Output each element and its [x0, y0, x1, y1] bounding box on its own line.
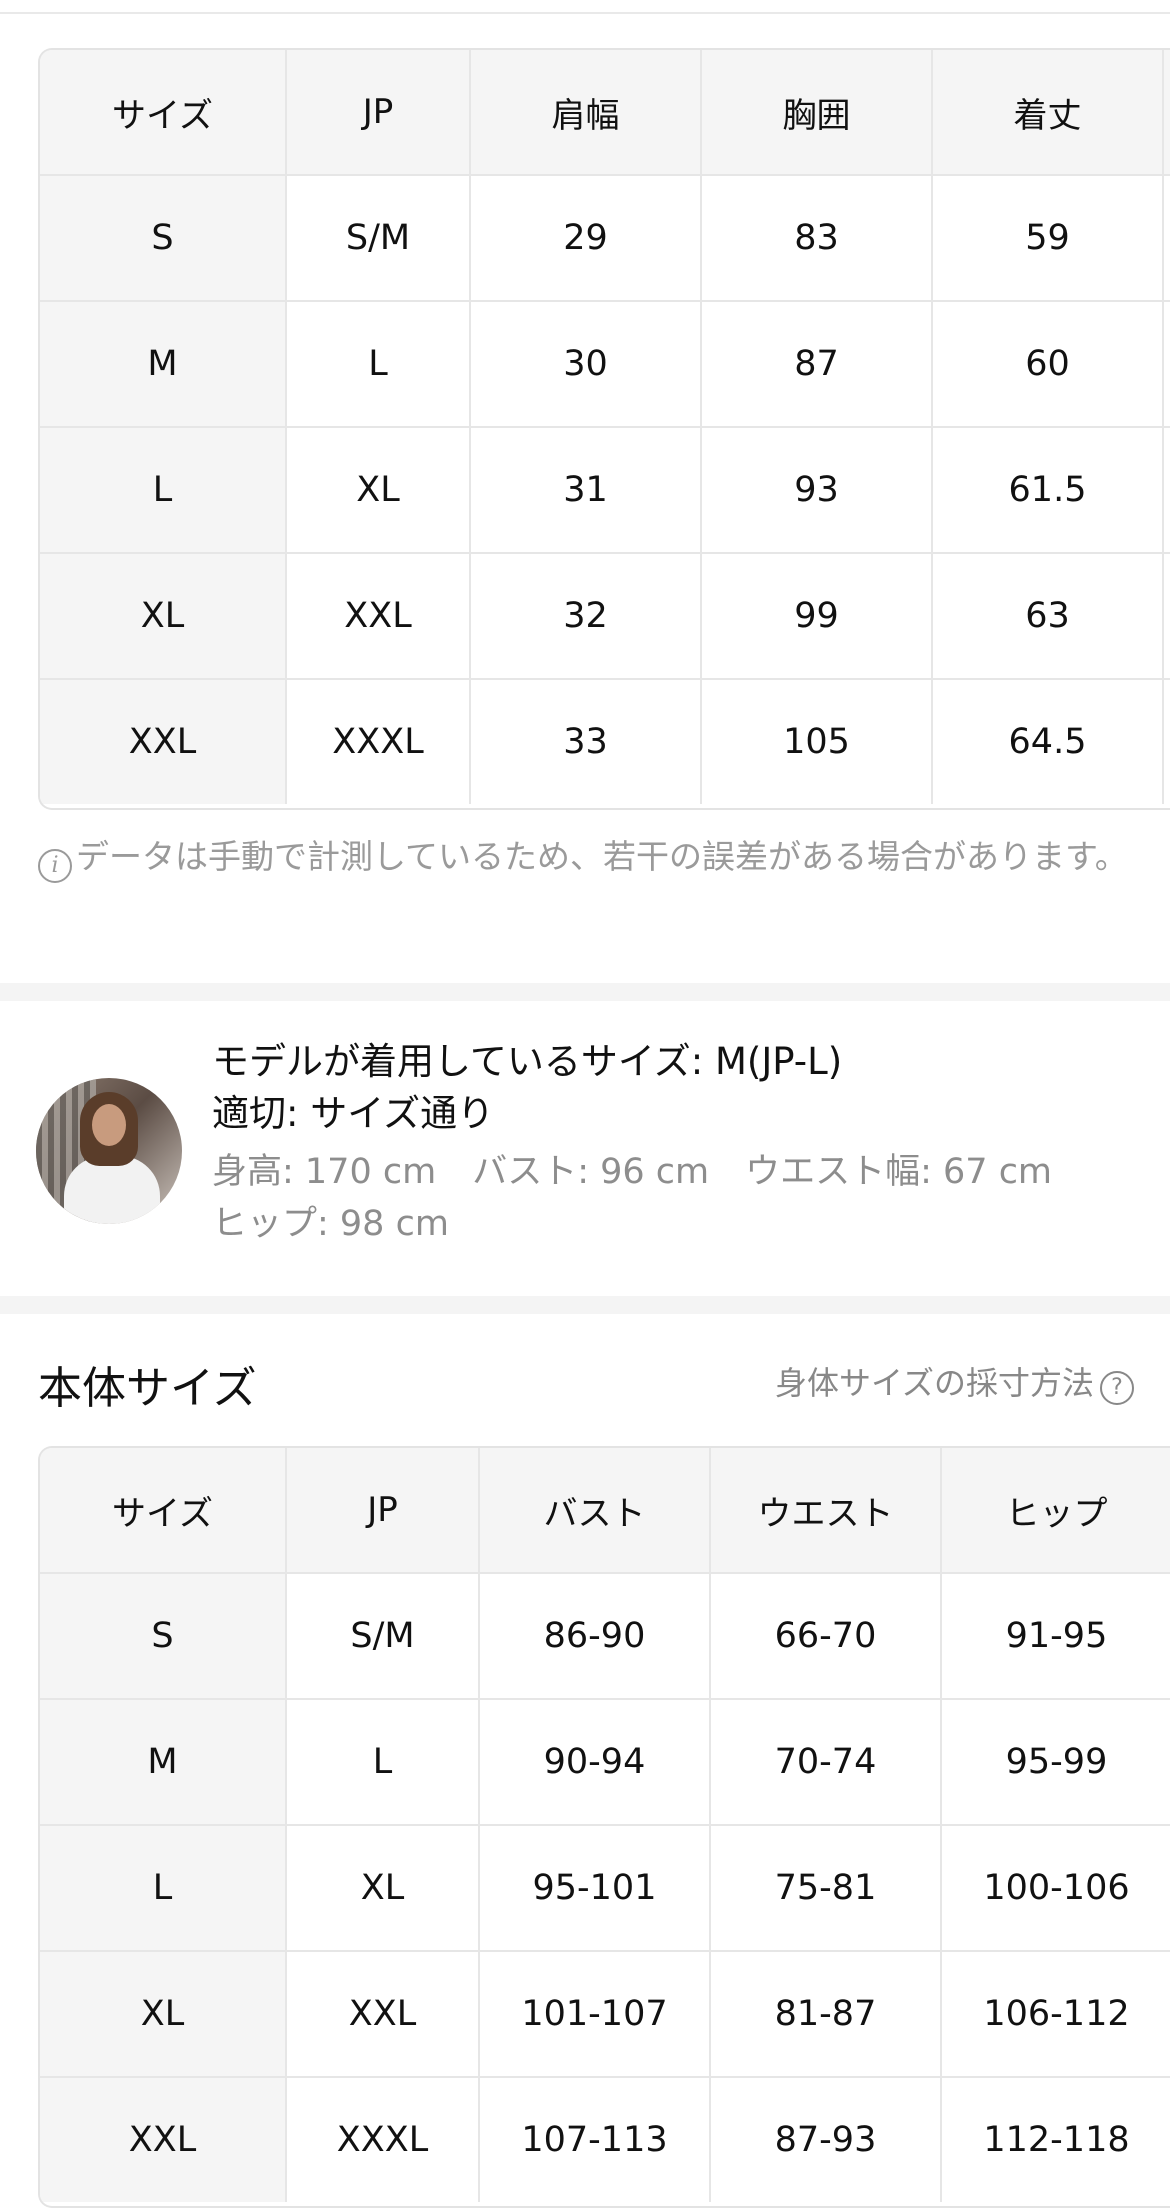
top-divider — [0, 12, 1170, 14]
bust-cell: 101-107 — [479, 1951, 711, 2078]
waist-cell: 87-93 — [710, 2077, 942, 2202]
length-cell: 60 — [932, 301, 1164, 428]
header-length: 着丈 — [932, 50, 1164, 176]
jp-cell: L — [286, 1699, 480, 1826]
overflow-cell — [1163, 301, 1170, 428]
header-size: サイズ — [40, 50, 287, 176]
table-row: M L 90-94 70-74 95-99 — [40, 1699, 1170, 1826]
shoulder-cell: 32 — [470, 553, 702, 680]
header-jp: JP — [286, 50, 471, 176]
table-row: S S/M 29 83 59 — [40, 175, 1170, 302]
model-waist: ウエスト幅: 67 cm — [745, 1152, 1053, 1192]
body-size-table[interactable]: サイズ JP バスト ウエスト ヒップ S S/M 86-90 66-70 91… — [38, 1446, 1170, 2208]
header-chest: 胸囲 — [701, 50, 933, 176]
table-row: XXL XXXL 33 105 64.5 — [40, 679, 1170, 804]
chest-cell: 105 — [701, 679, 933, 804]
bust-cell: 86-90 — [479, 1573, 711, 1700]
hip-cell: 91-95 — [941, 1573, 1170, 1700]
jp-cell: XL — [286, 1825, 480, 1952]
overflow-cell — [1163, 553, 1170, 680]
info-icon: i — [38, 849, 72, 883]
table-row: L XL 95-101 75-81 100-106 — [40, 1825, 1170, 1952]
size-cell: S — [40, 175, 287, 302]
jp-cell: L — [286, 301, 471, 428]
chest-cell: 87 — [701, 301, 933, 428]
model-measurements: 身高: 170 cm バスト: 96 cm ウエスト幅: 67 cm ヒップ: 98… — [212, 1146, 1152, 1250]
bust-cell: 107-113 — [479, 2077, 711, 2202]
header-overflow — [1163, 50, 1170, 176]
jp-cell: XXL — [286, 1951, 480, 2078]
header-size: サイズ — [40, 1448, 287, 1574]
model-info: モデルが着用しているサイズ: M(JP-L) 適切: サイズ通り 身高: 170… — [212, 1036, 1152, 1250]
note-text: データは手動で計測しているため、若干の誤差がある場合があります。 — [76, 837, 1128, 876]
chest-cell: 83 — [701, 175, 933, 302]
how-to-measure-label: 身体サイズの採寸方法 — [774, 1364, 1094, 1402]
table-row: M L 30 87 60 — [40, 301, 1170, 428]
model-size-worn: モデルが着用しているサイズ: M(JP-L) — [212, 1040, 843, 1083]
header-hip: ヒップ — [941, 1448, 1170, 1574]
overflow-cell — [1163, 679, 1170, 804]
model-hip: ヒップ: 98 cm — [212, 1204, 449, 1244]
shoulder-cell: 29 — [470, 175, 702, 302]
hip-cell: 100-106 — [941, 1825, 1170, 1952]
table-header-row: サイズ JP 肩幅 胸囲 着丈 — [40, 50, 1170, 176]
size-cell: XL — [40, 1951, 287, 2078]
length-cell: 64.5 — [932, 679, 1164, 804]
help-icon: ? — [1100, 1371, 1134, 1405]
section-divider — [0, 983, 1170, 1001]
table-row: L XL 31 93 61.5 — [40, 427, 1170, 554]
waist-cell: 70-74 — [710, 1699, 942, 1826]
size-cell: M — [40, 301, 287, 428]
jp-cell: S/M — [286, 1573, 480, 1700]
jp-cell: S/M — [286, 175, 471, 302]
table-row: XL XXL 101-107 81-87 106-112 — [40, 1951, 1170, 2078]
table-header-row: サイズ JP バスト ウエスト ヒップ — [40, 1448, 1170, 1574]
bust-cell: 95-101 — [479, 1825, 711, 1952]
jp-cell: XL — [286, 427, 471, 554]
hip-cell: 112-118 — [941, 2077, 1170, 2202]
section-divider — [0, 1296, 1170, 1314]
shoulder-cell: 31 — [470, 427, 702, 554]
section-title: 本体サイズ — [38, 1363, 257, 1414]
chest-cell: 93 — [701, 427, 933, 554]
shoulder-cell: 33 — [470, 679, 702, 804]
waist-cell: 66-70 — [710, 1573, 942, 1700]
length-cell: 61.5 — [932, 427, 1164, 554]
header-jp: JP — [286, 1448, 480, 1574]
chest-cell: 99 — [701, 553, 933, 680]
length-cell: 59 — [932, 175, 1164, 302]
size-cell: XXL — [40, 2077, 287, 2202]
table-row: XL XXL 32 99 63 — [40, 553, 1170, 680]
header-waist: ウエスト — [710, 1448, 942, 1574]
model-fit: 適切: サイズ通り — [212, 1092, 495, 1135]
size-cell: XXL — [40, 679, 287, 804]
how-to-measure-link[interactable]: 身体サイズの採寸方法? — [775, 1358, 1134, 1405]
jp-cell: XXXL — [286, 679, 471, 804]
length-cell: 63 — [932, 553, 1164, 680]
overflow-cell — [1163, 175, 1170, 302]
garment-size-table[interactable]: サイズ JP 肩幅 胸囲 着丈 S S/M 29 83 59 M L 30 87 — [38, 48, 1170, 810]
waist-cell: 75-81 — [710, 1825, 942, 1952]
size-cell: S — [40, 1573, 287, 1700]
hip-cell: 95-99 — [941, 1699, 1170, 1826]
table-row: S S/M 86-90 66-70 91-95 — [40, 1573, 1170, 1700]
size-cell: XL — [40, 553, 287, 680]
shoulder-cell: 30 — [470, 301, 702, 428]
header-bust: バスト — [479, 1448, 711, 1574]
model-bust: バスト: 96 cm — [472, 1152, 710, 1192]
size-cell: L — [40, 1825, 287, 1952]
jp-cell: XXL — [286, 553, 471, 680]
bust-cell: 90-94 — [479, 1699, 711, 1826]
model-height: 身高: 170 cm — [212, 1152, 437, 1192]
hip-cell: 106-112 — [941, 1951, 1170, 2078]
measurement-note: i データは手動で計測しているため、若干の誤差がある場合があります。 — [38, 832, 1128, 883]
header-shoulder: 肩幅 — [470, 50, 702, 176]
size-cell: L — [40, 427, 287, 554]
table-row: XXL XXXL 107-113 87-93 112-118 — [40, 2077, 1170, 2202]
overflow-cell — [1163, 427, 1170, 554]
waist-cell: 81-87 — [710, 1951, 942, 2078]
size-cell: M — [40, 1699, 287, 1826]
jp-cell: XXXL — [286, 2077, 480, 2202]
model-avatar — [36, 1078, 182, 1224]
